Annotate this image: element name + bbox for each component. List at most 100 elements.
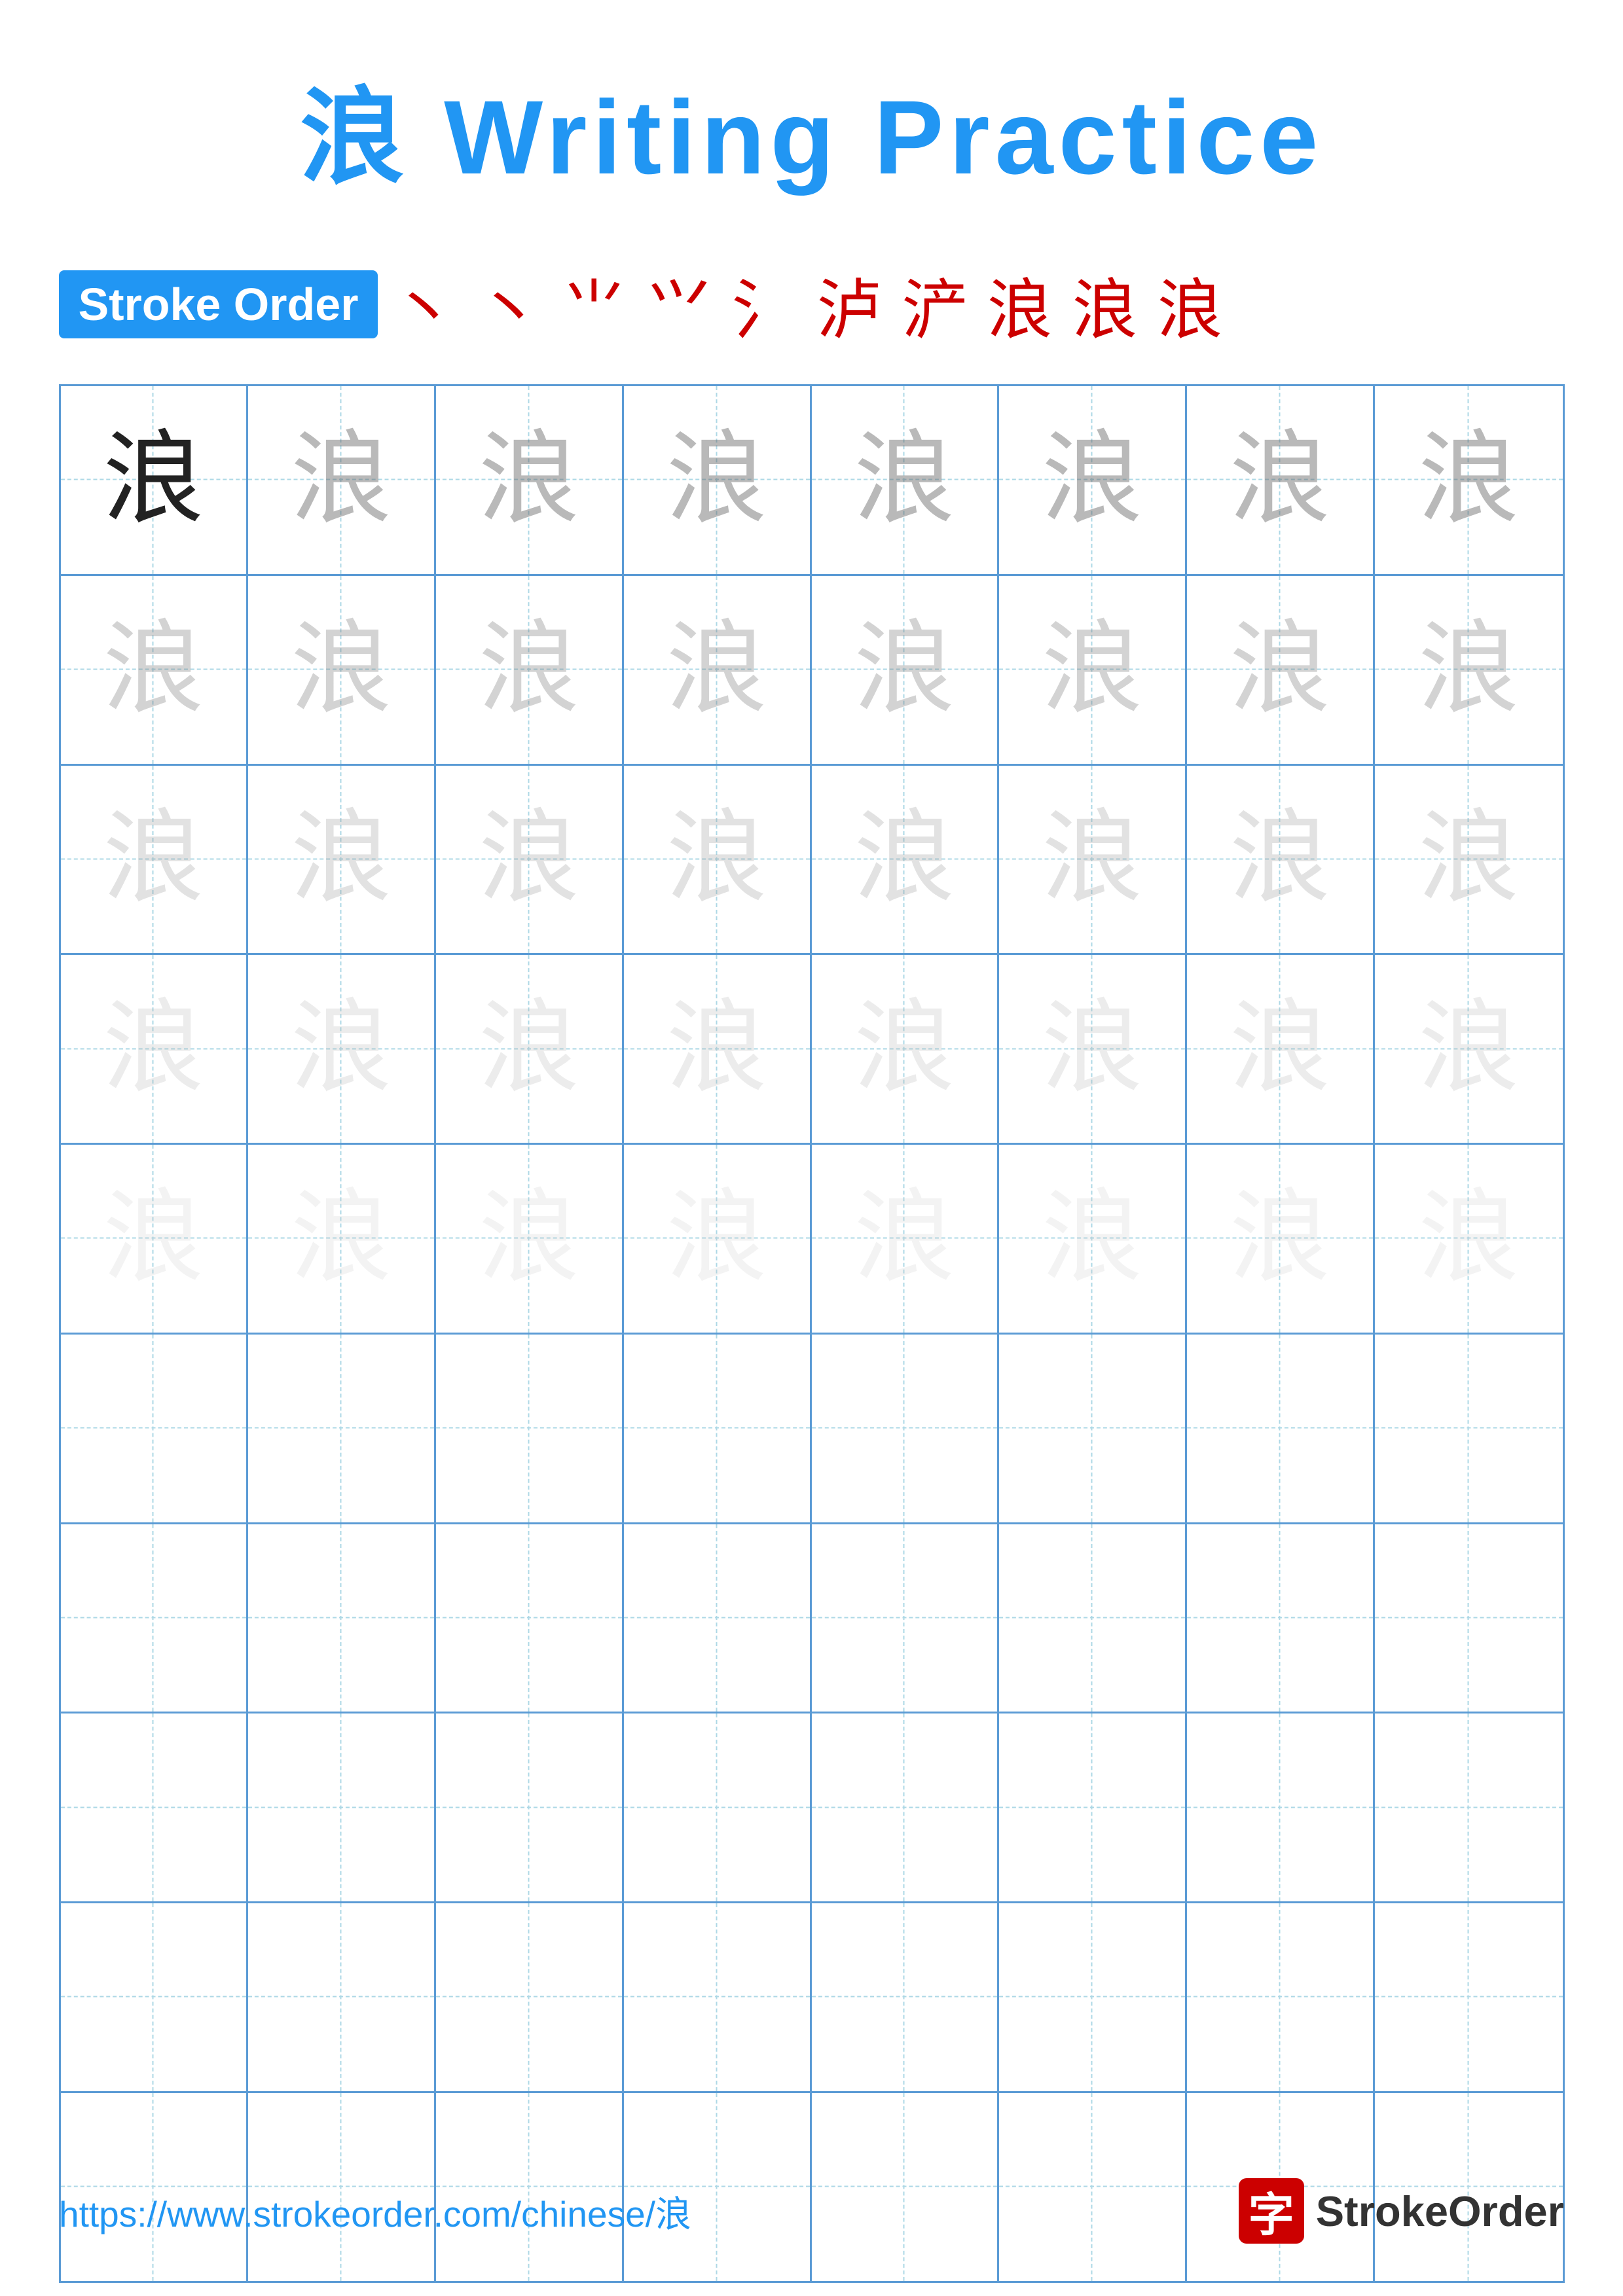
cell-6-2[interactable] (248, 1335, 436, 1522)
cell-2-2[interactable]: 浪 (248, 576, 436, 764)
cell-9-5[interactable] (812, 1903, 1000, 2091)
char-guide: 浪 (854, 808, 955, 910)
cell-9-8[interactable] (1375, 1903, 1563, 2091)
cell-6-6[interactable] (999, 1335, 1187, 1522)
cell-4-1[interactable]: 浪 (61, 955, 249, 1143)
cell-3-6[interactable]: 浪 (999, 766, 1187, 954)
cell-5-4[interactable]: 浪 (624, 1145, 812, 1333)
char-guide: 浪 (666, 998, 767, 1100)
cell-3-7[interactable]: 浪 (1187, 766, 1375, 954)
page-title: 浪 Writing Practice (300, 52, 1324, 204)
stroke-5: 氵 (731, 257, 797, 351)
cell-7-1[interactable] (61, 1524, 249, 1712)
cell-1-2[interactable]: 浪 (248, 386, 436, 574)
cell-4-6[interactable]: 浪 (999, 955, 1187, 1143)
cell-8-3[interactable] (436, 1713, 624, 1901)
cell-9-2[interactable] (248, 1903, 436, 2091)
footer-url: https://www.strokeorder.com/chinese/浪 (59, 2185, 691, 2237)
cell-1-6[interactable]: 浪 (999, 386, 1187, 574)
cell-8-2[interactable] (248, 1713, 436, 1901)
cell-5-6[interactable]: 浪 (999, 1145, 1187, 1333)
cell-2-5[interactable]: 浪 (812, 576, 1000, 764)
logo-icon: 字 (1239, 2178, 1304, 2244)
cell-6-4[interactable] (624, 1335, 812, 1522)
cell-8-4[interactable] (624, 1713, 812, 1901)
char-guide: 浪 (1042, 429, 1143, 531)
cell-1-7[interactable]: 浪 (1187, 386, 1375, 574)
cell-9-3[interactable] (436, 1903, 624, 2091)
cell-2-1[interactable]: 浪 (61, 576, 249, 764)
char-guide: 浪 (854, 998, 955, 1100)
cell-7-4[interactable] (624, 1524, 812, 1712)
cell-1-4[interactable]: 浪 (624, 386, 812, 574)
cell-9-7[interactable] (1187, 1903, 1375, 2091)
cell-9-6[interactable] (999, 1903, 1187, 2091)
cell-6-1[interactable] (61, 1335, 249, 1522)
cell-5-5[interactable]: 浪 (812, 1145, 1000, 1333)
char-guide: 浪 (103, 619, 204, 721)
cell-4-8[interactable]: 浪 (1375, 955, 1563, 1143)
cell-5-8[interactable]: 浪 (1375, 1145, 1563, 1333)
char-guide: 浪 (1418, 808, 1520, 910)
cell-8-1[interactable] (61, 1713, 249, 1901)
cell-6-8[interactable] (1375, 1335, 1563, 1522)
cell-4-3[interactable]: 浪 (436, 955, 624, 1143)
cell-3-2[interactable]: 浪 (248, 766, 436, 954)
char-guide: 浪 (666, 429, 767, 531)
char-guide: 浪 (478, 619, 579, 721)
cell-1-5[interactable]: 浪 (812, 386, 1000, 574)
cell-5-7[interactable]: 浪 (1187, 1145, 1375, 1333)
char-guide: 浪 (854, 619, 955, 721)
cell-2-8[interactable]: 浪 (1375, 576, 1563, 764)
cell-4-4[interactable]: 浪 (624, 955, 812, 1143)
cell-3-3[interactable]: 浪 (436, 766, 624, 954)
cell-8-8[interactable] (1375, 1713, 1563, 1901)
cell-8-7[interactable] (1187, 1713, 1375, 1901)
cell-5-1[interactable]: 浪 (61, 1145, 249, 1333)
cell-2-3[interactable]: 浪 (436, 576, 624, 764)
cell-2-6[interactable]: 浪 (999, 576, 1187, 764)
cell-5-2[interactable]: 浪 (248, 1145, 436, 1333)
cell-4-5[interactable]: 浪 (812, 955, 1000, 1143)
cell-7-2[interactable] (248, 1524, 436, 1712)
cell-6-5[interactable] (812, 1335, 1000, 1522)
cell-4-2[interactable]: 浪 (248, 955, 436, 1143)
cell-7-5[interactable] (812, 1524, 1000, 1712)
stroke-9: 浪 (1072, 257, 1137, 351)
char-guide: 浪 (1229, 619, 1330, 721)
cell-7-6[interactable] (999, 1524, 1187, 1712)
cell-4-7[interactable]: 浪 (1187, 955, 1375, 1143)
cell-2-4[interactable]: 浪 (624, 576, 812, 764)
cell-7-3[interactable] (436, 1524, 624, 1712)
logo-text: StrokeOrder (1316, 2187, 1564, 2236)
cell-5-3[interactable]: 浪 (436, 1145, 624, 1333)
char-guide: 浪 (103, 998, 204, 1100)
cell-7-7[interactable] (1187, 1524, 1375, 1712)
stroke-2: 丶 (476, 257, 541, 351)
char-guide: 浪 (103, 808, 204, 910)
grid-row-6 (61, 1335, 1563, 1524)
cell-9-1[interactable] (61, 1903, 249, 2091)
cell-1-1[interactable]: 浪 (61, 386, 249, 574)
stroke-1: 丶 (391, 257, 456, 351)
char-guide: 浪 (1418, 619, 1520, 721)
cell-2-7[interactable]: 浪 (1187, 576, 1375, 764)
cell-1-3[interactable]: 浪 (436, 386, 624, 574)
cell-6-7[interactable] (1187, 1335, 1375, 1522)
cell-3-4[interactable]: 浪 (624, 766, 812, 954)
cell-3-1[interactable]: 浪 (61, 766, 249, 954)
grid-row-5: 浪 浪 浪 浪 浪 浪 浪 浪 (61, 1145, 1563, 1335)
char-guide: 浪 (1229, 429, 1330, 531)
cell-3-8[interactable]: 浪 (1375, 766, 1563, 954)
stroke-8: 浪 (987, 257, 1052, 351)
cell-1-8[interactable]: 浪 (1375, 386, 1563, 574)
cell-7-8[interactable] (1375, 1524, 1563, 1712)
cell-6-3[interactable] (436, 1335, 624, 1522)
grid-row-9 (61, 1903, 1563, 2093)
char-guide: 浪 (1042, 808, 1143, 910)
cell-8-6[interactable] (999, 1713, 1187, 1901)
cell-3-5[interactable]: 浪 (812, 766, 1000, 954)
cell-9-4[interactable] (624, 1903, 812, 2091)
cell-8-5[interactable] (812, 1713, 1000, 1901)
practice-grid: 浪 浪 浪 浪 浪 浪 浪 浪 (59, 384, 1565, 2283)
